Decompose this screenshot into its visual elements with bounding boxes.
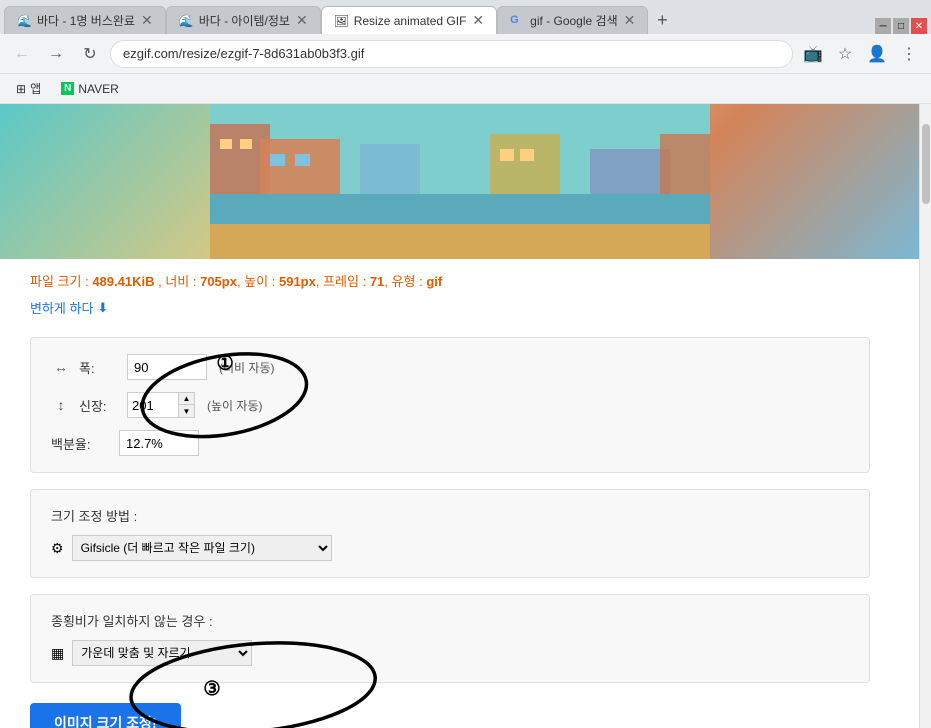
tab-4-close[interactable]: ✕	[624, 12, 636, 29]
refresh-button[interactable]: ↻	[76, 40, 104, 68]
change-link-text: 변하게 하다	[30, 298, 93, 317]
method-select[interactable]: Gifsicle (더 빠르고 작은 파일 크기) ImageMagick Gr…	[72, 535, 332, 561]
width-input[interactable]	[127, 354, 207, 380]
file-info: 파일 크기 : 489.41KiB , 너비 : 705px, 높이 : 591…	[30, 271, 870, 290]
height-label: 높이 :	[244, 274, 275, 289]
ratio-row: ▦ 가운데 맞춤 및 자르기 맞춤 (letterbox) 늘이기	[51, 640, 849, 666]
change-link[interactable]: 변하게 하다 ⬇	[30, 298, 108, 317]
new-tab-button[interactable]: +	[648, 6, 676, 34]
height-auto-note: (높이 자동)	[207, 397, 263, 414]
file-size-value: 489.41KiB	[92, 274, 154, 289]
tab-3-title: Resize animated GIF	[354, 14, 467, 28]
forward-button[interactable]: →	[42, 40, 70, 68]
browser-frame: 🌊 바다 - 1명 버스완료 ✕ 🌊 바다 - 아이템/정보 ✕ 🖼 Resiz…	[0, 0, 931, 728]
method-title: 크기 조정 방법 :	[51, 506, 849, 525]
height-spinner-wrapper: ▲ ▼	[127, 392, 195, 418]
tab-3-close[interactable]: ✕	[472, 12, 484, 29]
height-row: ↕ 신장: ▲ ▼ (높이 자동)	[51, 392, 849, 418]
address-bar: ← → ↻ 📺 ☆ 👤 ⋮	[0, 34, 931, 74]
type-label: 유형 :	[392, 274, 423, 289]
content-area: 파일 크기 : 489.41KiB , 너비 : 705px, 높이 : 591…	[0, 259, 900, 728]
back-button[interactable]: ←	[8, 40, 36, 68]
submit-button[interactable]: 이미지 크기 조정!	[30, 703, 181, 728]
tab-2-close[interactable]: ✕	[296, 12, 308, 29]
method-section: 크기 조정 방법 : ⚙ Gifsicle (더 빠르고 작은 파일 크기) I…	[30, 489, 870, 578]
maximize-button[interactable]: □	[893, 18, 909, 34]
spinner-down[interactable]: ▼	[178, 405, 194, 417]
width-row: ↔ 폭: (너비 자동)	[51, 354, 849, 380]
scrollbar[interactable]	[919, 104, 931, 728]
ratio-section: 종횡비가 일치하지 않는 경우 : ▦ 가운데 맞춤 및 자르기 맞춤 (let…	[30, 594, 870, 683]
spinner-up[interactable]: ▲	[178, 393, 194, 405]
width-value: 705px	[200, 274, 237, 289]
height-field-label: 신장:	[79, 396, 119, 415]
percent-label: 백분율:	[51, 434, 111, 453]
dimensions-section: ↔ 폭: (너비 자동) ↕ 신장: ▲ ▼	[30, 337, 870, 473]
tab-2[interactable]: 🌊 바다 - 아이템/정보 ✕	[166, 6, 321, 34]
image-preview	[0, 104, 919, 259]
gear-icon: ⚙	[51, 540, 64, 557]
tab-1-close[interactable]: ✕	[141, 12, 153, 29]
close-button[interactable]: ✕	[911, 18, 927, 34]
star-icon[interactable]: ☆	[831, 40, 859, 68]
bookmark-apps[interactable]: ⊞ 앱	[8, 77, 49, 100]
bookmark-apps-label: 앱	[30, 80, 41, 97]
download-icon: ⬇	[97, 300, 108, 316]
resize-vert-icon: ↕	[51, 397, 71, 413]
tab-2-favicon: 🌊	[179, 14, 193, 28]
spinner-buttons: ▲ ▼	[178, 393, 194, 417]
cast-icon[interactable]: 📺	[799, 40, 827, 68]
address-input[interactable]	[110, 40, 793, 68]
width-auto-note: (너비 자동)	[219, 359, 275, 376]
scroll-thumb[interactable]	[922, 124, 930, 204]
tab-3-favicon: 🖼	[334, 14, 348, 28]
tab-2-title: 바다 - 아이템/정보	[199, 12, 290, 29]
image-preview-inner	[210, 104, 710, 259]
tab-4[interactable]: G gif - Google 검색 ✕	[497, 6, 648, 34]
tab-3[interactable]: 🖼 Resize animated GIF ✕	[321, 6, 497, 34]
apps-icon: ⊞	[16, 82, 26, 96]
width-label: 너비 :	[165, 274, 196, 289]
method-row: ⚙ Gifsicle (더 빠르고 작은 파일 크기) ImageMagick …	[51, 535, 849, 561]
type-value: gif	[426, 274, 442, 289]
height-value: 591px	[279, 274, 316, 289]
bookmark-naver[interactable]: N NAVER	[53, 79, 127, 99]
ratio-select[interactable]: 가운데 맞춤 및 자르기 맞춤 (letterbox) 늘이기	[72, 640, 252, 666]
bookmark-naver-label: NAVER	[78, 82, 118, 96]
tab-4-title: gif - Google 검색	[530, 12, 617, 29]
preview-svg	[210, 104, 710, 259]
frame-label: 프레임 :	[323, 274, 366, 289]
percent-row: 백분율:	[51, 430, 849, 456]
account-icon[interactable]: 👤	[863, 40, 891, 68]
naver-icon: N	[61, 82, 74, 95]
height-input[interactable]	[128, 393, 178, 417]
percent-input[interactable]	[119, 430, 199, 456]
tab-1-favicon: 🌊	[17, 14, 31, 28]
resize-horiz-icon: ↔	[51, 359, 71, 375]
page-content: 파일 크기 : 489.41KiB , 너비 : 705px, 높이 : 591…	[0, 104, 931, 728]
tab-1[interactable]: 🌊 바다 - 1명 버스완료 ✕	[4, 6, 166, 34]
bookmarks-bar: ⊞ 앱 N NAVER	[0, 74, 931, 104]
main-area: 파일 크기 : 489.41KiB , 너비 : 705px, 높이 : 591…	[0, 104, 919, 728]
file-size-label: 파일 크기 :	[30, 274, 89, 289]
tabs-bar: 🌊 바다 - 1명 버스완료 ✕ 🌊 바다 - 아이템/정보 ✕ 🖼 Resiz…	[0, 0, 931, 34]
crop-icon: ▦	[51, 645, 64, 662]
width-field-label: 폭:	[79, 358, 119, 377]
menu-icon[interactable]: ⋮	[895, 40, 923, 68]
tab-4-favicon: G	[510, 14, 524, 28]
minimize-button[interactable]: ─	[875, 18, 891, 34]
frame-value: 71	[370, 274, 384, 289]
ratio-title: 종횡비가 일치하지 않는 경우 :	[51, 611, 849, 630]
toolbar-icons: 📺 ☆ 👤 ⋮	[799, 40, 923, 68]
tab-1-title: 바다 - 1명 버스완료	[37, 12, 135, 29]
